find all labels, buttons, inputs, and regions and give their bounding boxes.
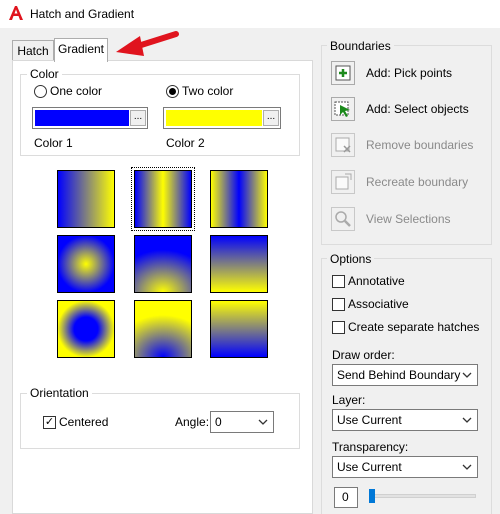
recreate-boundary-label[interactable]: Recreate boundary [366,175,468,189]
autocad-logo-icon [9,6,23,20]
gradient-inverted-hemispherical[interactable] [134,300,192,358]
pick-points-icon [335,65,351,81]
gradient-cylinder[interactable] [131,167,195,231]
angle-label: Angle: [175,415,210,429]
color1-swatch-box[interactable]: ... [32,107,148,129]
tab-hatch[interactable]: Hatch [12,40,54,60]
gradient-inverted-cylinder[interactable] [210,170,268,228]
color1-swatch [35,110,129,126]
select-objects-icon [334,101,350,117]
color2-browse-button[interactable]: ... [263,110,279,126]
remove-boundaries-button[interactable] [331,133,355,157]
transparency-slider-track[interactable] [372,494,476,498]
angle-value: 0 [215,415,222,429]
remove-boundaries-label[interactable]: Remove boundaries [366,138,473,152]
layer-label: Layer: [332,393,366,407]
transparency-amount-input[interactable]: 0 [334,487,358,508]
gradient-spherical[interactable] [57,235,115,293]
draw-order-label: Draw order: [332,348,395,362]
color2-label: Color 2 [166,136,205,150]
transparency-label: Transparency: [332,440,409,454]
view-selections-button[interactable] [331,207,355,231]
color2-swatch [166,110,262,126]
angle-select[interactable]: 0 [210,411,274,433]
orientation-group-label: Orientation [27,386,92,400]
annotative-label[interactable]: Annotative [348,274,405,288]
two-color-radio[interactable] [166,85,179,98]
one-color-label[interactable]: One color [50,84,102,98]
select-objects-label[interactable]: Add: Select objects [366,102,469,116]
recreate-boundary-icon [335,173,352,190]
gradient-hemispherical[interactable] [134,235,192,293]
remove-boundaries-icon [335,137,351,153]
layer-select[interactable]: Use Current [332,409,478,431]
chevron-down-icon [462,372,472,378]
pick-points-button[interactable] [331,61,355,85]
chevron-down-icon [462,464,472,470]
view-selections-icon [335,211,351,227]
gradient-linear[interactable] [57,170,115,228]
annotative-checkbox[interactable] [332,275,345,288]
chevron-down-icon [462,417,472,423]
centered-checkbox[interactable]: ✓ [43,416,56,429]
color2-swatch-box[interactable]: ... [163,107,281,129]
associative-checkbox[interactable] [332,298,345,311]
select-objects-button[interactable] [331,97,355,121]
tab-gradient[interactable]: Gradient [54,38,108,62]
draw-order-value: Send Behind Boundary [337,368,461,382]
associative-label[interactable]: Associative [348,297,409,311]
window-title: Hatch and Gradient [30,7,135,21]
separate-hatches-checkbox[interactable] [332,321,345,334]
two-color-label[interactable]: Two color [182,84,233,98]
color-group-label: Color [27,67,62,81]
one-color-radio[interactable] [34,85,47,98]
gradient-inverted-curved[interactable] [210,300,268,358]
gradient-inverted-spherical[interactable] [57,300,115,358]
annotation-arrow-icon [116,31,179,56]
recreate-boundary-button[interactable] [331,170,355,194]
gradient-curved[interactable] [210,235,268,293]
centered-label[interactable]: Centered [59,415,108,429]
chevron-down-icon [258,419,268,425]
options-group-label: Options [327,252,375,266]
view-selections-label[interactable]: View Selections [366,212,451,226]
color1-browse-button[interactable]: ... [130,110,146,126]
color1-label: Color 1 [34,136,73,150]
draw-order-select[interactable]: Send Behind Boundary [332,364,478,386]
layer-value: Use Current [337,413,402,427]
transparency-select[interactable]: Use Current [332,456,478,478]
pick-points-label[interactable]: Add: Pick points [366,66,452,80]
separate-hatches-label[interactable]: Create separate hatches [348,320,479,334]
transparency-slider-thumb[interactable] [369,489,375,503]
boundaries-group-label: Boundaries [327,39,394,53]
transparency-value: Use Current [337,460,402,474]
